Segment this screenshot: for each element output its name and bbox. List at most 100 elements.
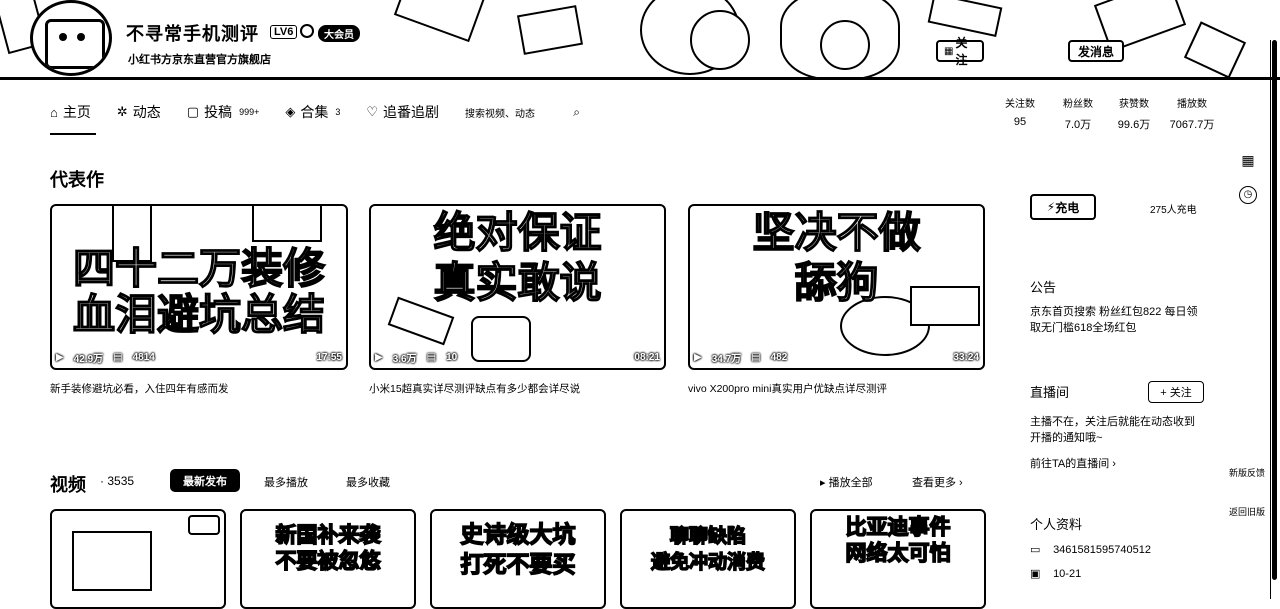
- cover-text: 史诗级大坑: [460, 521, 577, 547]
- grid-icon: ▦: [944, 45, 954, 57]
- search-input[interactable]: 搜索视频、动态 ⌕: [465, 105, 580, 120]
- stat-following[interactable]: 关注数 95: [994, 95, 1046, 128]
- featured-video-card[interactable]: 绝对保证 真实敢说 ▶ 3.6万 ▤ 10 08:21: [369, 204, 666, 370]
- uid-icon: ▭: [1030, 544, 1041, 556]
- charge-button[interactable]: ⚡ 充电: [1030, 194, 1096, 220]
- charge-count: 275人充电: [1150, 205, 1197, 216]
- danmaku-count: 482: [770, 352, 788, 363]
- play-count-icon: ▶: [694, 352, 702, 363]
- cover-text: 血泪避坑总结: [72, 291, 326, 338]
- search-placeholder: 搜索视频、动态: [465, 108, 536, 120]
- birthday-row: ▣ 10-21: [1030, 568, 1082, 580]
- stat-fans[interactable]: 粉丝数 7.0万: [1052, 95, 1104, 132]
- featured-video-title[interactable]: 小米15超真实详尽测评缺点有多少都会详尽说: [369, 381, 580, 396]
- dynamic-icon: ✲: [116, 104, 128, 119]
- tab-upload[interactable]: ▢ 投稿 999+: [187, 102, 260, 122]
- stat-label: 获赞数: [1119, 99, 1149, 110]
- profile-nav: ⌂ 主页 ✲ 动态 ▢ 投稿 999+ ◈ 合集 3 ♡ 追番追剧 搜索视频、动…: [50, 100, 580, 124]
- tab-most-favorited[interactable]: 最多收藏: [346, 474, 390, 490]
- stat-value: 99.6万: [1117, 119, 1151, 131]
- cover-text: 不要被忽悠: [275, 550, 382, 573]
- video-card[interactable]: 史诗级大坑 打死不要买: [430, 509, 606, 609]
- featured-video-title[interactable]: 新手装修避坑必看，入住四年有感而发: [50, 381, 229, 396]
- tab-active-indicator: [50, 133, 96, 135]
- notice-text: 京东首页搜索 粉丝红包822 每日领取无门槛618全场红包: [1030, 306, 1198, 334]
- see-more-link[interactable]: 查看更多 ›: [912, 474, 963, 490]
- user-sign: 小红书方京东直营官方旗舰店: [124, 50, 275, 68]
- view-count: 34.7万: [711, 354, 742, 365]
- upload-icon: ▢: [186, 104, 200, 119]
- new-feedback-button[interactable]: 新版反馈: [1228, 468, 1266, 479]
- video-card[interactable]: 聊聊缺陷 避免冲动消费: [620, 509, 796, 609]
- follow-button[interactable]: ▦ 关注: [936, 36, 984, 67]
- duration: 33:24: [953, 352, 979, 363]
- featured-title: 代表作: [50, 170, 104, 190]
- play-icon: ▸: [820, 477, 829, 489]
- stat-plays: 播放数 7067.7万: [1166, 95, 1218, 132]
- calendar-icon: ▣: [1030, 568, 1041, 580]
- tab-count: 3: [335, 107, 341, 117]
- chevron-right-icon: ›: [956, 477, 963, 489]
- play-count-icon: ▶: [56, 352, 64, 363]
- verified-icon: [300, 24, 314, 38]
- cover-text: 打死不要买: [460, 551, 577, 577]
- tab-home[interactable]: ⌂ 主页: [50, 102, 91, 122]
- danmaku-count: 4814: [132, 352, 155, 363]
- stat-label: 关注数: [1005, 99, 1035, 110]
- play-all-button[interactable]: ▸ 播放全部: [820, 474, 873, 490]
- tab-label: 合集: [300, 104, 329, 120]
- scrollbar-thumb[interactable]: [1272, 40, 1277, 580]
- tab-label: 投稿: [204, 104, 233, 120]
- clock-icon[interactable]: ◷: [1239, 186, 1257, 204]
- uid-row: ▭ 3461581595740512: [1030, 544, 1151, 556]
- level-badge: LV6: [270, 25, 298, 39]
- video-card[interactable]: [50, 509, 226, 609]
- tab-collection[interactable]: ◈ 合集 3: [285, 102, 340, 122]
- tab-bangumi[interactable]: ♡ 追番追剧: [366, 102, 439, 122]
- featured-video-card[interactable]: 坚决不做 舔狗 ▶ 34.7万 ▤ 482 33:24: [688, 204, 985, 370]
- message-button[interactable]: 发消息: [1068, 40, 1124, 62]
- featured-video-title[interactable]: vivo X200pro mini真实用户优缺点详尽测评: [688, 381, 887, 396]
- stat-label: 播放数: [1177, 99, 1207, 110]
- play-count-icon: ▶: [375, 352, 383, 363]
- live-room-link[interactable]: 前往TA的直播间 ›: [1030, 455, 1116, 471]
- chevron-right-icon: ›: [1109, 458, 1116, 470]
- cover-text: 网络太可怕: [845, 542, 952, 565]
- tab-latest[interactable]: 最新发布: [170, 469, 240, 492]
- collection-icon: ◈: [285, 104, 296, 119]
- profile-banner: 不寻常手机测评 LV6 大会员 小红书方京东直营官方旗舰店 ▦ 关注 发消息: [0, 0, 1280, 80]
- video-meta: ▶ 34.7万 ▤ 482 33:24: [694, 350, 979, 365]
- view-count: 3.6万: [392, 354, 417, 365]
- grid-icon[interactable]: ▦: [1239, 151, 1257, 169]
- lightning-icon: ⚡: [1046, 200, 1056, 214]
- cover-text: 绝对保证: [433, 209, 603, 256]
- tab-label: 动态: [132, 104, 161, 120]
- duration: 17:55: [316, 352, 342, 363]
- video-card[interactable]: 比亚迪事件 网络太可怕: [810, 509, 986, 609]
- stat-likes: 获赞数 99.6万: [1108, 95, 1160, 132]
- danmaku-count: 10: [446, 352, 458, 363]
- videos-count: · 3535: [100, 474, 135, 488]
- profile-title: 个人资料: [1030, 517, 1083, 532]
- live-follow-button[interactable]: + 关注: [1148, 381, 1204, 403]
- cover-text: 新国补来袭: [275, 524, 382, 547]
- live-text: 主播不在，关注后就能在动态收到开播的通知哦~: [1030, 416, 1195, 444]
- cover-text: 聊聊缺陷: [669, 526, 747, 547]
- back-old-button[interactable]: 返回旧版: [1228, 507, 1266, 518]
- tab-dynamic[interactable]: ✲ 动态: [117, 102, 161, 122]
- cover-text: 舔狗: [794, 259, 880, 306]
- video-meta: ▶ 3.6万 ▤ 10 08:21: [375, 350, 660, 365]
- danmaku-icon: ▤: [113, 352, 123, 363]
- avatar[interactable]: [30, 0, 112, 76]
- username: 不寻常手机测评: [126, 24, 259, 44]
- search-icon[interactable]: ⌕: [573, 105, 580, 120]
- danmaku-icon: ▤: [426, 352, 437, 363]
- heart-icon: ♡: [366, 104, 379, 119]
- vip-badge: 大会员: [318, 25, 360, 42]
- tab-count: 999+: [239, 107, 260, 117]
- featured-video-card[interactable]: 四十二万装修 血泪避坑总结 ▶ 42.9万 ▤ 4814 17:55: [50, 204, 348, 370]
- tab-most-played[interactable]: 最多播放: [264, 474, 308, 490]
- cover-text: 比亚迪事件: [845, 516, 952, 539]
- stat-value: 7.0万: [1064, 119, 1092, 131]
- video-card[interactable]: 新国补来袭 不要被忽悠: [240, 509, 416, 609]
